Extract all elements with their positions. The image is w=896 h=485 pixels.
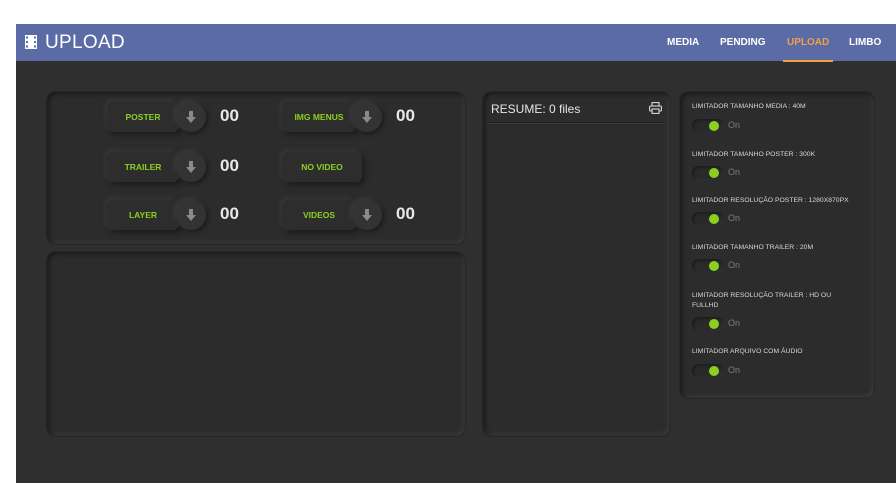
videos-button[interactable]: VIDEOS bbox=[282, 200, 356, 230]
trailer-download-button[interactable] bbox=[176, 152, 206, 182]
trailer-button[interactable]: TRAILER bbox=[107, 152, 179, 182]
resume-title: RESUME: 0 files bbox=[491, 102, 581, 116]
limiter-state-trailer-resolution: On bbox=[728, 318, 741, 328]
nav-limbo[interactable]: LIMBO bbox=[849, 24, 881, 61]
nav-upload[interactable]: UPLOAD bbox=[782, 24, 834, 62]
limiter-toggle-media-size[interactable] bbox=[692, 119, 724, 133]
resume-panel: RESUME: 0 files bbox=[483, 92, 670, 436]
img-menus-count: 00 bbox=[396, 106, 415, 125]
poster-count: 00 bbox=[220, 106, 239, 125]
videos-count: 00 bbox=[396, 204, 415, 223]
limiter-toggle-poster-size[interactable] bbox=[692, 166, 724, 180]
limiter-state-poster-resolution: On bbox=[728, 213, 741, 223]
limiter-label-trailer-size: LIMITADOR TAMANHO TRAILER : 20M bbox=[692, 244, 814, 251]
img-menus-download-button[interactable] bbox=[352, 102, 382, 132]
limiter-toggle-audio-file[interactable] bbox=[692, 364, 724, 378]
toggle-knob bbox=[709, 121, 719, 131]
arrow-down-icon bbox=[186, 111, 196, 123]
toggle-knob bbox=[709, 168, 719, 178]
limiter-state-media-size: On bbox=[728, 120, 741, 130]
limiter-label-audio-file: LIMITADOR ARQUIVO COM ÁUDIO bbox=[692, 348, 803, 355]
printer-icon[interactable] bbox=[649, 102, 662, 114]
poster-download-button[interactable] bbox=[176, 102, 206, 132]
limiters-panel: LIMITADOR TAMANHO MEDIA : 40M On LIMITAD… bbox=[680, 92, 874, 398]
top-bar: UPLOAD MEDIA PENDING UPLOAD LIMBO bbox=[16, 24, 896, 62]
page-title: UPLOAD bbox=[45, 32, 125, 53]
toggle-knob bbox=[709, 214, 719, 224]
img-menus-button[interactable]: IMG MENUS bbox=[282, 102, 356, 132]
arrow-down-icon bbox=[186, 209, 196, 221]
nav-pending[interactable]: PENDING bbox=[720, 24, 766, 61]
nav-media[interactable]: MEDIA bbox=[667, 24, 699, 61]
toggle-knob bbox=[709, 319, 719, 329]
limiter-label-trailer-resolution: LIMITADOR RESOLUÇÃO TRAILER : HD ou FULL… bbox=[692, 292, 832, 309]
layer-count: 00 bbox=[220, 204, 239, 223]
limiter-state-trailer-size: On bbox=[728, 260, 741, 270]
limiter-state-audio-file: On bbox=[728, 365, 741, 375]
arrow-down-icon bbox=[362, 111, 372, 123]
trailer-count: 00 bbox=[220, 156, 239, 175]
limiter-label-poster-resolution: LIMITADOR RESOLUÇÃO POSTER : 1280X870px bbox=[692, 197, 849, 204]
limiter-label-media-size: LIMITADOR TAMANHO MEDIA : 40M bbox=[692, 103, 806, 110]
toggle-knob bbox=[709, 261, 719, 271]
arrow-down-icon bbox=[186, 161, 196, 173]
resume-divider bbox=[487, 122, 666, 123]
poster-button[interactable]: POSTER bbox=[107, 102, 179, 132]
limiter-label-poster-size: LIMITADOR TAMANHO POSTER : 300K bbox=[692, 151, 816, 158]
limiter-toggle-trailer-resolution[interactable] bbox=[692, 317, 724, 331]
limiter-toggle-poster-resolution[interactable] bbox=[692, 212, 724, 226]
limiter-toggle-trailer-size[interactable] bbox=[692, 259, 724, 273]
arrow-down-icon bbox=[362, 209, 372, 221]
toggle-knob bbox=[709, 366, 719, 376]
no-video-button[interactable]: NO VIDEO bbox=[282, 152, 362, 182]
videos-download-button[interactable] bbox=[352, 200, 382, 230]
film-icon bbox=[25, 35, 37, 49]
layer-button[interactable]: LAYER bbox=[107, 200, 179, 230]
layer-download-button[interactable] bbox=[176, 200, 206, 230]
limiter-state-poster-size: On bbox=[728, 167, 741, 177]
upload-buttons-panel: POSTER 00 IMG MENUS 00 TRAILER 00 NO VID… bbox=[47, 92, 465, 244]
upload-drop-area[interactable] bbox=[47, 252, 465, 436]
app-window: UPLOAD MEDIA PENDING UPLOAD LIMBO POSTER… bbox=[16, 24, 896, 483]
